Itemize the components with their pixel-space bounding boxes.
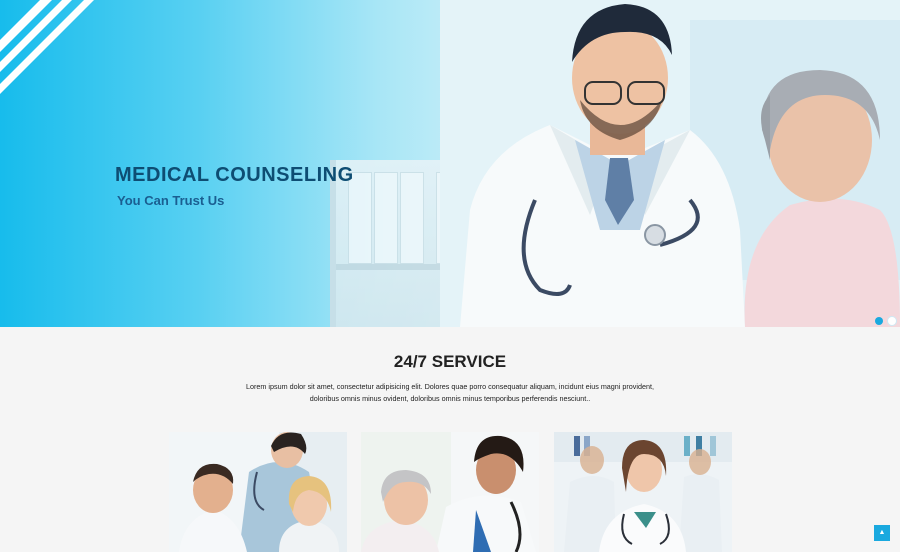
service-card-3-image — [554, 432, 732, 552]
service-card-1-image — [169, 432, 347, 552]
section-title: 24/7 SERVICE — [393, 352, 507, 371]
decorative-stripes — [0, 0, 94, 94]
hero-title: MEDICAL COUNSELING — [115, 164, 354, 186]
service-card-2-image — [361, 432, 539, 552]
hero-slider: MEDICAL COUNSELING You Can Trust Us — [0, 0, 900, 327]
slider-dot-2[interactable] — [888, 317, 896, 325]
slider-dot-1[interactable] — [875, 317, 883, 325]
hero-subtitle: You Can Trust Us — [117, 193, 225, 208]
section-description-line-1: Lorem ipsum dolor sit amet, consectetur … — [246, 382, 654, 391]
slider-pagination — [875, 317, 896, 325]
hero-doctor-patient-image — [440, 0, 900, 327]
arrow-up-icon: ▲ — [878, 529, 886, 536]
service-card-1[interactable] — [169, 432, 347, 552]
service-card-3[interactable] — [554, 432, 732, 552]
service-card-2[interactable] — [361, 432, 539, 552]
section-description-line-2: doloribus omnis minus ovident, doloribus… — [309, 393, 591, 403]
section-description: Lorem ipsum dolor sit amet, consectetur … — [245, 381, 655, 404]
back-to-top-button[interactable]: ▲ — [874, 525, 890, 541]
